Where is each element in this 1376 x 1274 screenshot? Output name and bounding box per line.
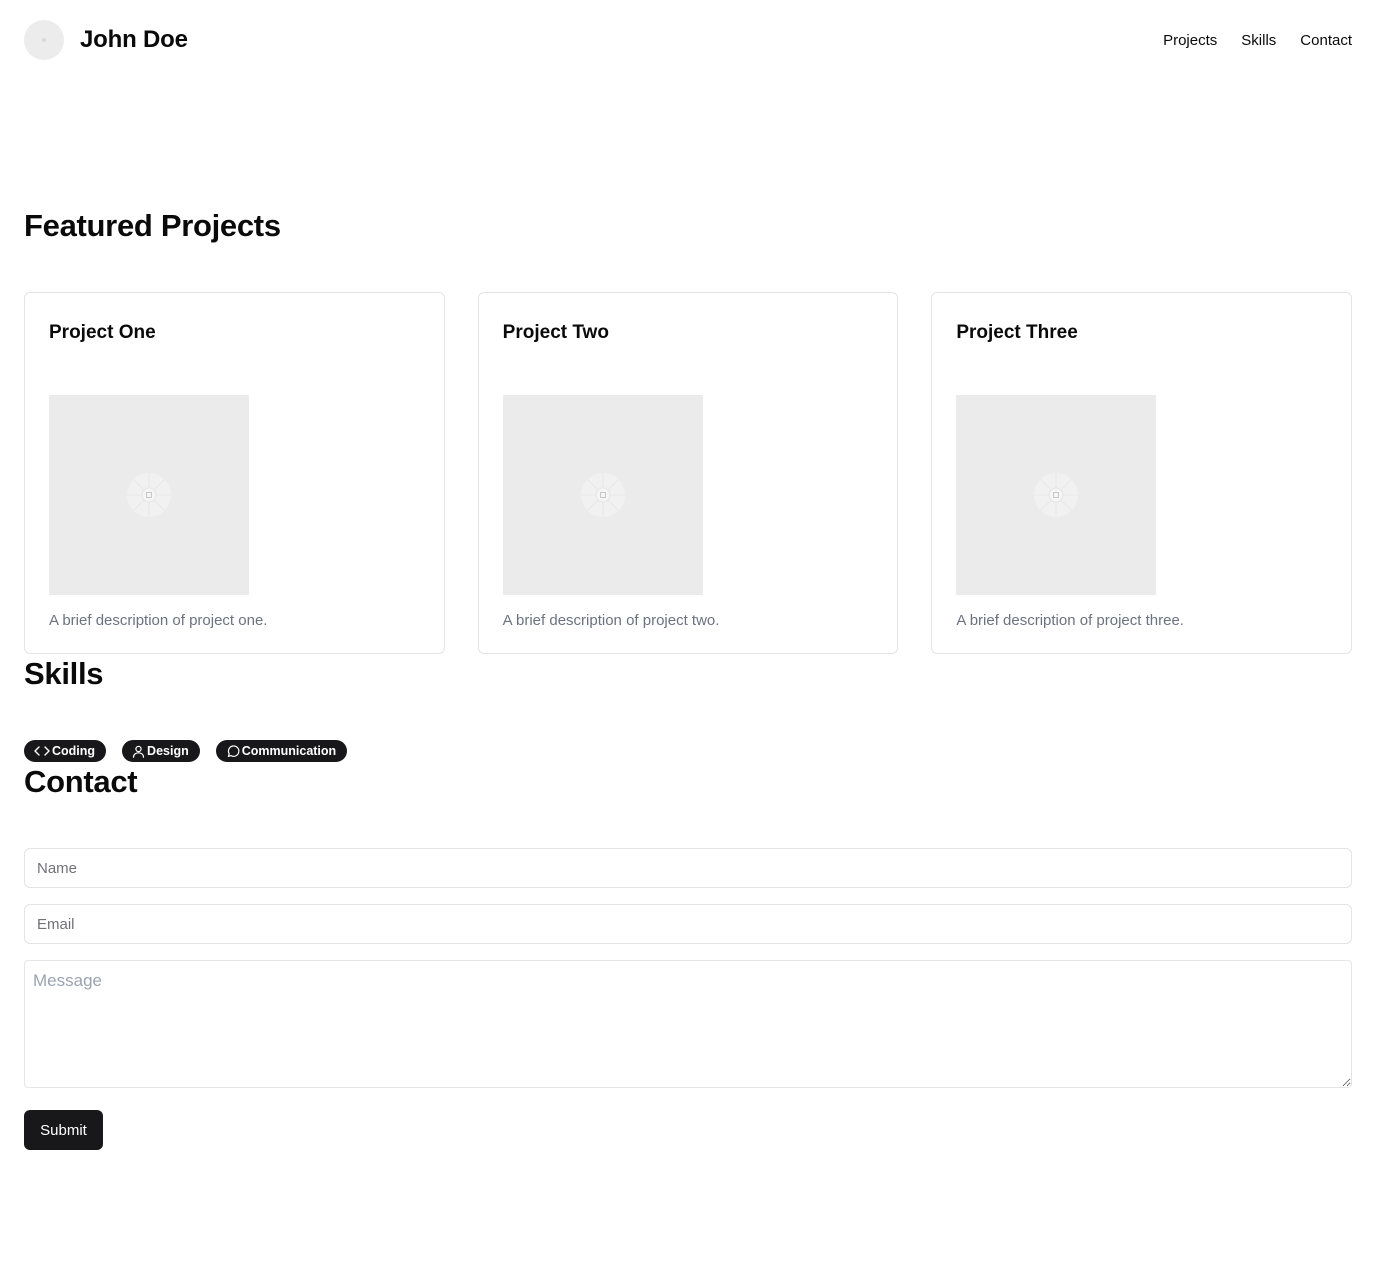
image-placeholder-icon: [1034, 473, 1079, 517]
name-input[interactable]: [24, 848, 1352, 888]
project-description: A brief description of project three.: [956, 612, 1184, 629]
main-nav: Projects Skills Contact: [1163, 32, 1352, 49]
image-placeholder-icon: [580, 473, 625, 517]
site-header: John Doe Projects Skills Contact: [24, 0, 1352, 80]
contact-title: Contact: [24, 764, 138, 799]
nav-link-skills[interactable]: Skills: [1241, 32, 1276, 49]
skill-label: Design: [147, 744, 189, 758]
project-card: Project Three A brief description of pro…: [931, 292, 1353, 654]
skill-label: Communication: [241, 744, 337, 758]
nav-link-contact[interactable]: Contact: [1300, 32, 1352, 49]
projects-title: Featured Projects: [24, 208, 281, 243]
skill-badge-design: Design: [122, 740, 200, 762]
brand: John Doe: [24, 20, 188, 60]
skill-badge-communication: Communication: [215, 740, 348, 762]
image-placeholder-icon: [127, 473, 171, 517]
code-icon: [34, 746, 50, 756]
contact-form: Submit: [24, 848, 1352, 1150]
message-circle-icon: [227, 745, 240, 757]
skills-title: Skills: [24, 656, 104, 691]
skill-badge-coding: Coding: [24, 740, 107, 762]
project-card: Project One A brief description of proje…: [24, 292, 445, 654]
site-name: John Doe: [80, 26, 188, 53]
avatar-placeholder-icon: [42, 38, 46, 42]
user-icon: [132, 745, 145, 758]
skill-label: Coding: [52, 744, 96, 758]
submit-button[interactable]: Submit: [24, 1110, 103, 1150]
skills-section: Skills Coding Design Communication: [24, 656, 1352, 762]
message-textarea[interactable]: [24, 960, 1352, 1088]
email-input[interactable]: [24, 904, 1352, 944]
projects-section: Featured Projects Project One A brief de…: [24, 208, 1353, 654]
skills-list: Coding Design Communication: [24, 740, 1352, 762]
project-description: A brief description of project two.: [502, 612, 720, 629]
project-description: A brief description of project one.: [49, 612, 268, 629]
project-title: Project Three: [956, 322, 1078, 343]
project-cards: Project One A brief description of proje…: [24, 292, 1353, 654]
nav-link-projects[interactable]: Projects: [1163, 32, 1217, 49]
avatar: [24, 20, 64, 60]
page: John Doe Projects Skills Contact Feature…: [0, 0, 1376, 1274]
project-image: [49, 395, 249, 595]
project-card: Project Two A brief description of proje…: [477, 292, 899, 654]
project-title: Project Two: [502, 322, 609, 343]
project-image: [956, 395, 1157, 595]
project-title: Project One: [49, 322, 156, 343]
contact-section: Contact Submit: [24, 764, 1352, 1150]
project-image: [502, 395, 703, 595]
